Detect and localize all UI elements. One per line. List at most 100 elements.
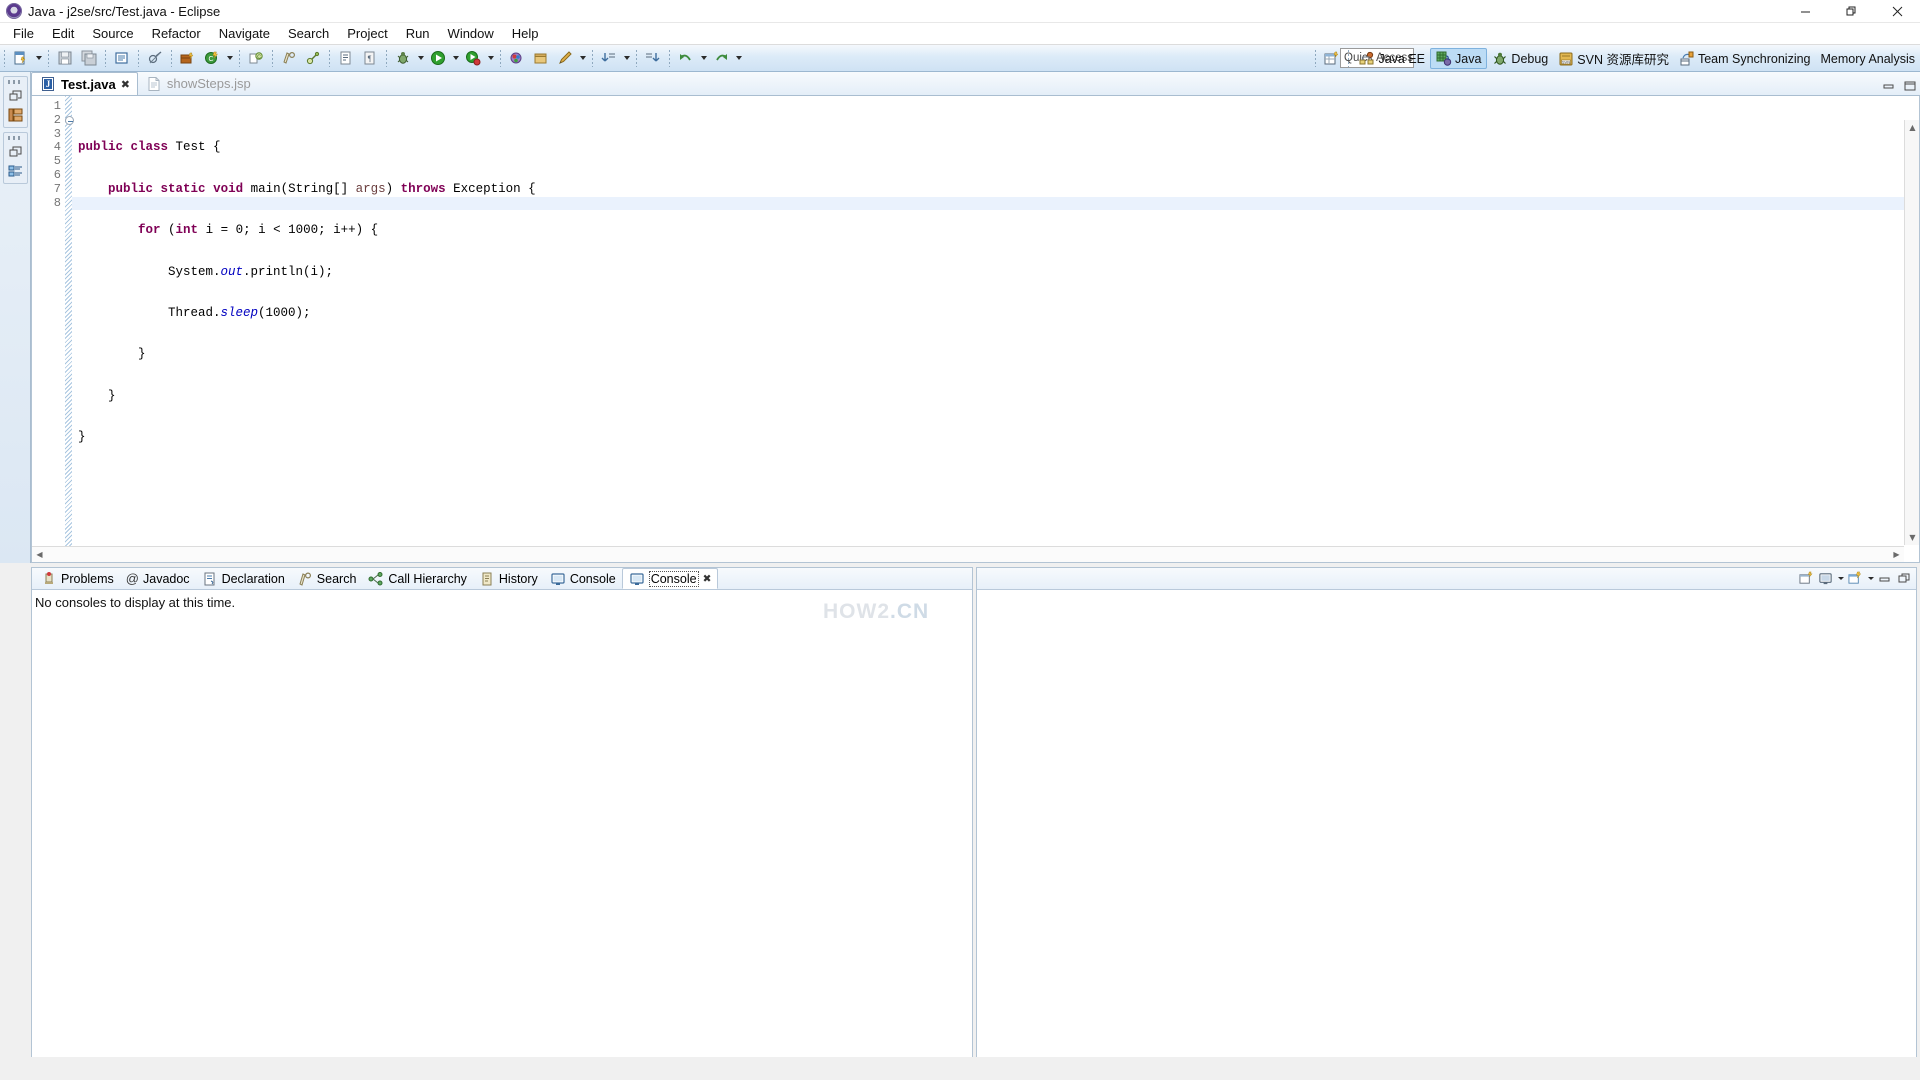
search-icon[interactable] xyxy=(278,47,300,69)
menu-source[interactable]: Source xyxy=(83,23,142,45)
menu-edit[interactable]: Edit xyxy=(43,23,83,45)
pencil-dropdown-arrow[interactable] xyxy=(577,47,588,69)
coverage-dropdown-arrow[interactable] xyxy=(485,47,496,69)
save-all-icon[interactable] xyxy=(78,47,100,69)
external-tools-icon[interactable] xyxy=(506,47,528,69)
package-explorer-icon[interactable] xyxy=(8,108,23,122)
coverage-icon[interactable] xyxy=(462,47,484,69)
back-dropdown-arrow[interactable] xyxy=(698,47,709,69)
scroll-right-icon[interactable]: ▶ xyxy=(1889,547,1904,562)
tab-declaration[interactable]: Declaration xyxy=(196,568,291,589)
window-title: Java - j2se/src/Test.java - Eclipse xyxy=(28,3,221,19)
package-box-icon[interactable] xyxy=(530,47,552,69)
forward-arrow-icon[interactable] xyxy=(710,47,732,69)
line-number: 6 xyxy=(53,167,61,182)
editor-tab-showsteps-jsp[interactable]: showSteps.jsp xyxy=(138,72,258,95)
tab-console-2[interactable]: Console ✖ xyxy=(621,568,719,589)
back-edit-icon[interactable] xyxy=(598,47,620,69)
link-icon[interactable] xyxy=(302,47,324,69)
editor-horizontal-scrollbar[interactable]: ◀ ▶ xyxy=(32,546,1904,562)
close-icon[interactable]: ✖ xyxy=(703,573,712,585)
package-icon[interactable] xyxy=(177,47,199,69)
perspective-memory-analysis[interactable]: Memory Analysis xyxy=(1816,48,1920,69)
java-class-icon[interactable]: C xyxy=(201,47,223,69)
perspective-label: Java EE xyxy=(1378,51,1426,66)
tab-label: Console xyxy=(569,571,616,586)
menu-file[interactable]: File xyxy=(4,23,43,45)
save-icon[interactable] xyxy=(54,47,76,69)
minimize-button[interactable] xyxy=(1782,0,1828,23)
prev-annotation-icon[interactable]: ¶ xyxy=(359,47,381,69)
next-annotation-icon[interactable] xyxy=(335,47,357,69)
console-view: Problems @ Javadoc Declaration Search Ca… xyxy=(31,567,973,1071)
back-arrow-icon[interactable] xyxy=(675,47,697,69)
display-console-icon[interactable] xyxy=(1817,570,1834,587)
tab-history[interactable]: History xyxy=(473,568,544,589)
code-body[interactable]: 1 2 3 4 5 6 7 8 public class Test {publ… xyxy=(32,96,1919,562)
perspective-label: Memory Analysis xyxy=(1820,51,1915,66)
menu-project[interactable]: Project xyxy=(338,23,396,45)
run-play-icon[interactable] xyxy=(427,47,449,69)
maximize-icon[interactable] xyxy=(1896,570,1913,587)
perspective-team-sync[interactable]: Team Synchronizing xyxy=(1674,48,1816,69)
close-icon[interactable]: ✖ xyxy=(121,78,130,91)
tab-problems[interactable]: Problems xyxy=(35,568,120,589)
menu-window[interactable]: Window xyxy=(439,23,503,45)
scroll-up-icon[interactable]: ▲ xyxy=(1905,120,1920,135)
perspective-debug[interactable]: Debug xyxy=(1487,48,1553,69)
new-console-icon[interactable] xyxy=(1847,570,1864,587)
open-type-icon[interactable]: C xyxy=(245,47,267,69)
search-icon xyxy=(299,571,311,586)
forward-icon[interactable] xyxy=(642,47,664,69)
java-editor[interactable]: 1 2 3 4 5 6 7 8 public class Test {publ… xyxy=(31,96,1920,563)
print-icon[interactable] xyxy=(111,47,133,69)
close-button[interactable] xyxy=(1874,0,1920,23)
marker-icon[interactable] xyxy=(144,47,166,69)
run-dropdown-arrow[interactable] xyxy=(450,47,461,69)
console-tab-bar: Problems @ Javadoc Declaration Search Ca… xyxy=(32,568,972,590)
forward-dropdown-arrow[interactable] xyxy=(733,47,744,69)
outline-icon[interactable] xyxy=(8,164,23,178)
tab-console-1[interactable]: Console xyxy=(544,568,622,589)
new-file-icon[interactable] xyxy=(10,47,32,69)
open-console-icon[interactable] xyxy=(1798,570,1815,587)
drag-handle-dots[interactable] xyxy=(8,136,23,140)
perspective-java[interactable]: Java xyxy=(1430,48,1488,69)
scroll-down-icon[interactable]: ▼ xyxy=(1905,530,1920,545)
menu-search[interactable]: Search xyxy=(279,23,338,45)
scroll-left-icon[interactable]: ◀ xyxy=(32,547,47,562)
tab-call-hierarchy[interactable]: Call Hierarchy xyxy=(362,568,473,589)
code-text-area[interactable]: public class Test { public static void m… xyxy=(72,96,1919,562)
minimize-icon[interactable] xyxy=(1877,570,1894,587)
menu-help[interactable]: Help xyxy=(503,23,548,45)
editor-tab-test-java[interactable]: J Test.java ✖ xyxy=(31,72,138,95)
menu-run[interactable]: Run xyxy=(397,23,439,45)
svg-text:J: J xyxy=(46,79,51,89)
perspective-java-ee[interactable]: Java EE xyxy=(1354,48,1430,69)
editor-vertical-scrollbar[interactable]: ▲ ▼ xyxy=(1904,120,1919,545)
toolbar-separator xyxy=(329,49,330,67)
new-file-dropdown-arrow[interactable] xyxy=(33,47,44,69)
open-perspective-button[interactable] xyxy=(1321,48,1343,69)
perspective-switcher: Java EE Java Debug SVN SVN 资源库研究 Team Sy… xyxy=(1310,45,1920,72)
restore-button[interactable] xyxy=(1828,0,1874,23)
tab-javadoc[interactable]: @ Javadoc xyxy=(120,568,196,589)
restore-view-icon[interactable] xyxy=(9,146,23,158)
java-class-dropdown-arrow[interactable] xyxy=(224,47,235,69)
maximize-icon[interactable] xyxy=(1903,79,1916,92)
restore-view-icon[interactable] xyxy=(9,90,23,102)
menu-navigate[interactable]: Navigate xyxy=(210,23,279,45)
menu-refactor[interactable]: Refactor xyxy=(143,23,210,45)
debug-bug-icon[interactable] xyxy=(392,47,414,69)
tab-search[interactable]: Search xyxy=(291,568,363,589)
back-edit-dropdown-arrow[interactable] xyxy=(621,47,632,69)
secondary-view-tab-bar xyxy=(977,568,1916,590)
debug-dropdown-arrow[interactable] xyxy=(415,47,426,69)
drag-handle-dots[interactable] xyxy=(8,80,23,84)
display-console-dropdown-arrow[interactable] xyxy=(1836,570,1845,587)
new-console-dropdown-arrow[interactable] xyxy=(1866,570,1875,587)
minimize-icon[interactable] xyxy=(1882,79,1895,92)
annotation-ruler[interactable] xyxy=(64,96,72,562)
pencil-icon[interactable] xyxy=(554,47,576,69)
perspective-svn[interactable]: SVN SVN 资源库研究 xyxy=(1553,48,1674,69)
